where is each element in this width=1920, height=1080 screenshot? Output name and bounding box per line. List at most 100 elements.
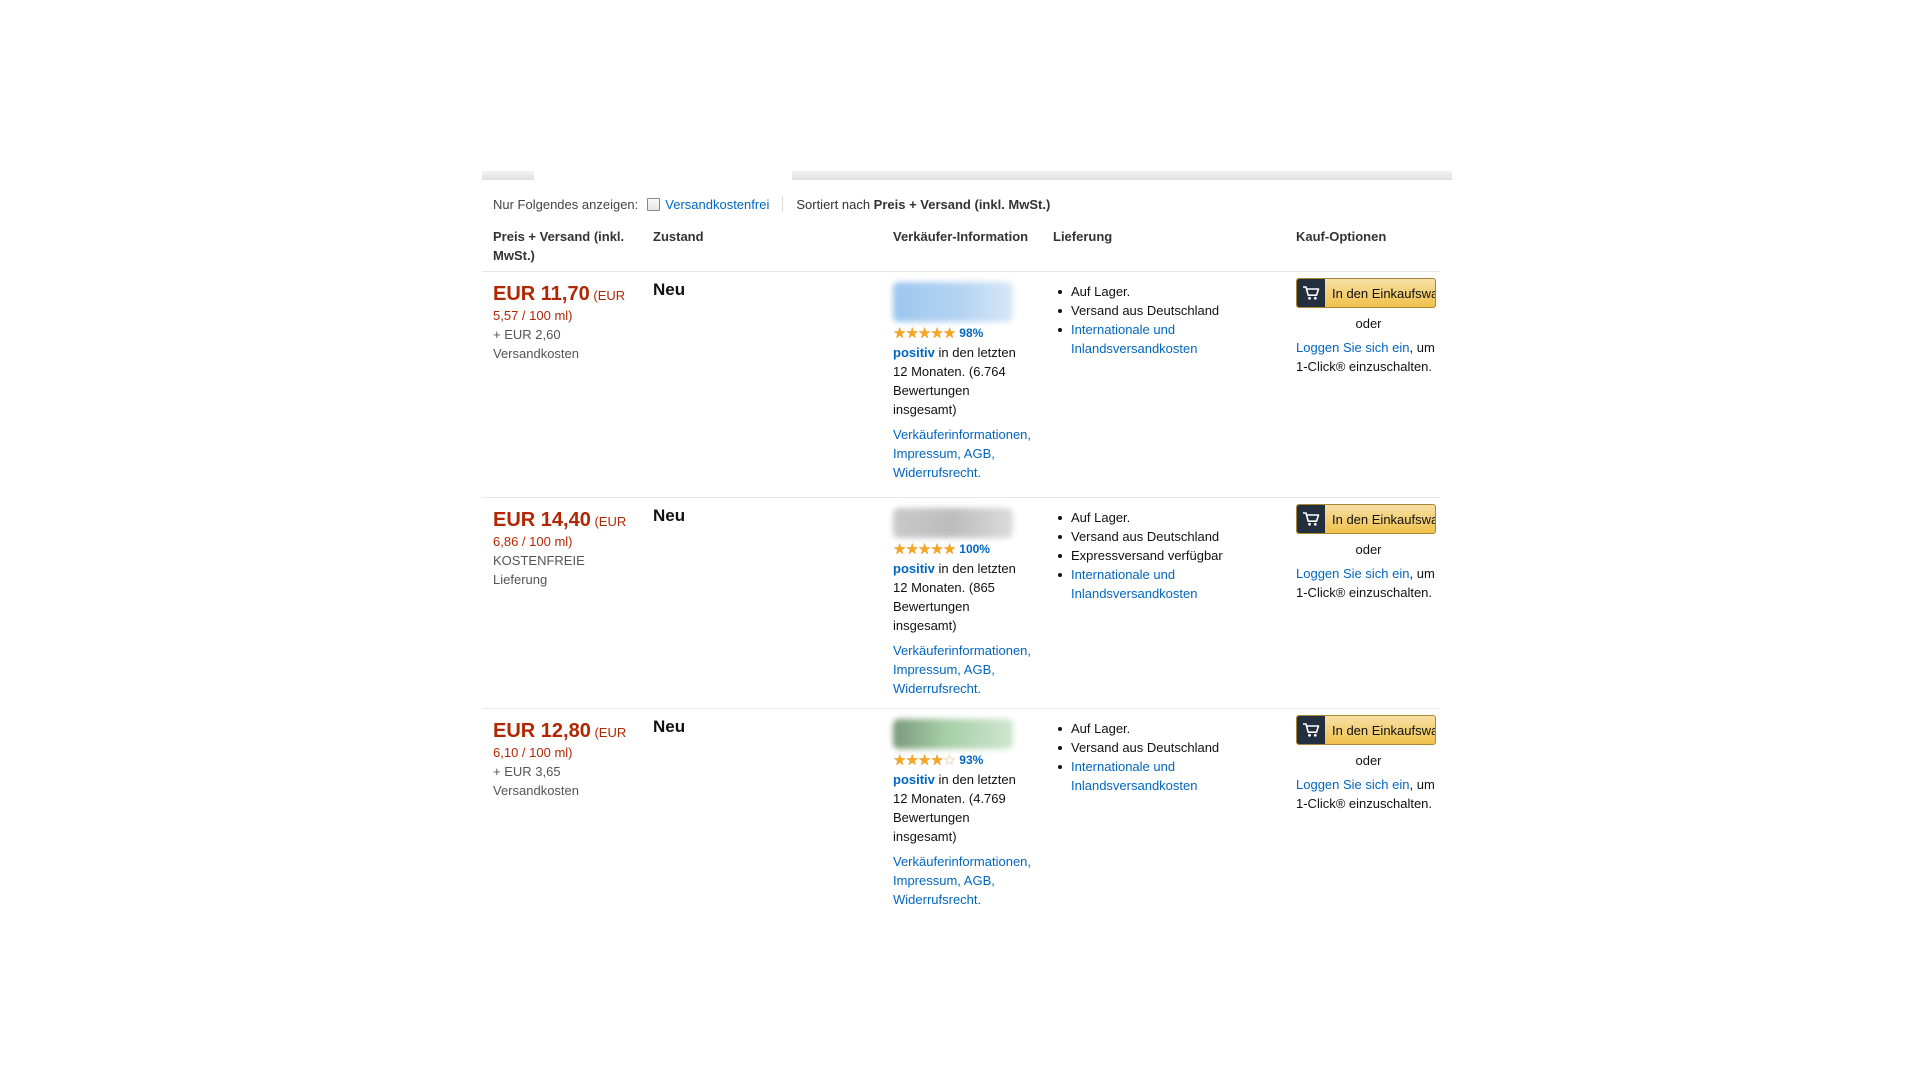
seller-info-link[interactable]: Verkäuferinformationen,: [893, 641, 1043, 660]
seller-name-blurred[interactable]: [893, 282, 1013, 322]
delivery-item: Versand aus Deutschland: [1053, 527, 1283, 546]
seller-info-link[interactable]: Verkäuferinformationen,: [893, 852, 1043, 871]
rating-text: insgesamt): [893, 829, 957, 844]
delivery-item: Versand aus Deutschland: [1053, 738, 1283, 757]
star-icon: ★: [942, 540, 956, 558]
sort-prefix: Sortiert nach: [796, 196, 871, 212]
rating-text: insgesamt): [893, 402, 957, 417]
seller-info-link[interactable]: Impressum, AGB,: [893, 871, 1043, 890]
unit-price: 6,86 / 100 ml): [493, 534, 573, 549]
seller-cell: ★ ★ ★ ★ ★ 98% positiv in den letzten 12 Mona…: [893, 282, 1043, 482]
filter-divider: [782, 196, 784, 212]
seller-info-link[interactable]: Widerrufsrecht.: [893, 679, 1043, 698]
add-to-cart-button[interactable]: In den Einkaufswa: [1296, 504, 1436, 534]
seller-info-link[interactable]: Verkäuferinformationen,: [893, 425, 1043, 444]
seller-name-blurred[interactable]: [893, 719, 1013, 749]
unit-price-open: (EUR: [594, 514, 627, 529]
one-click-login: Loggen Sie sich ein, um 1-Click® einzusch…: [1296, 777, 1435, 811]
condition: Neu: [653, 506, 686, 525]
shipping-costs-link[interactable]: Internationale und Inlandsversandkosten: [1053, 565, 1283, 603]
delivery-item: Auf Lager.: [1053, 282, 1283, 301]
rating-positive[interactable]: positiv: [893, 345, 935, 360]
seller-info-link[interactable]: Widerrufsrecht.: [893, 463, 1043, 482]
shipping-cost: KOSTENFREIE: [493, 553, 585, 568]
rating-text: in den letzten: [934, 561, 1016, 576]
login-link[interactable]: Loggen Sie sich ein: [1296, 566, 1409, 581]
or-text: oder: [1355, 753, 1382, 768]
star-icon: ★: [930, 751, 943, 769]
delivery-list: Auf Lager. Versand aus Deutschland Inter…: [1053, 719, 1283, 795]
shopping-cart-icon: [1297, 716, 1325, 744]
header-delivery: Lieferung: [1053, 229, 1113, 244]
offer-listing-page: Nur Folgendes anzeigen: Versandkostenfre…: [482, 0, 1452, 1080]
rating-percent[interactable]: 98%: [959, 324, 983, 343]
unit-price: 6,10 / 100 ml): [493, 745, 573, 760]
add-to-cart-button[interactable]: In den Einkaufswa: [1296, 715, 1436, 745]
seller-info-link[interactable]: Widerrufsrecht.: [893, 890, 1043, 909]
delivery-cell: Auf Lager. Versand aus Deutschland Inter…: [1053, 719, 1283, 795]
rating-text: insgesamt): [893, 618, 957, 633]
seller-info-links: Verkäuferinformationen, Impressum, AGB, …: [893, 425, 1043, 482]
delivery-item: Versand aus Deutschland: [1053, 301, 1283, 320]
add-to-cart-button[interactable]: In den Einkaufswa: [1296, 278, 1436, 308]
star-icon: ★: [917, 751, 931, 769]
condition: Neu: [653, 717, 686, 736]
rating-positive[interactable]: positiv: [893, 772, 935, 787]
rating-text: Bewertungen: [893, 810, 970, 825]
price-cell: EUR 14,40 (EUR 6,86 / 100 ml) KOSTENFREI…: [493, 508, 643, 589]
rating-percent[interactable]: 93%: [959, 751, 983, 770]
rating-text: Bewertungen: [893, 599, 970, 614]
offer-row: EUR 12,80 (EUR 6,10 / 100 ml) + EUR 3,65…: [482, 709, 1440, 919]
delivery-list: Auf Lager. Versand aus Deutschland Expre…: [1053, 508, 1283, 603]
offer-price: EUR 12,80: [493, 720, 591, 742]
tab-right[interactable]: [792, 171, 1452, 180]
star-icon: ★: [893, 751, 906, 769]
seller-info-link[interactable]: Impressum, AGB,: [893, 444, 1043, 463]
star-icon: ★: [893, 540, 906, 558]
seller-info-links: Verkäuferinformationen, Impressum, AGB, …: [893, 852, 1043, 909]
rating-positive[interactable]: positiv: [893, 561, 935, 576]
shipping-label: Versandkosten: [493, 346, 580, 361]
seller-cell: ★ ★ ★ ★ ☆ 93% positiv in den letzten 12 Mona…: [893, 719, 1043, 909]
login-link[interactable]: Loggen Sie sich ein: [1296, 777, 1409, 792]
login-link[interactable]: Loggen Sie sich ein: [1296, 340, 1409, 355]
header-seller: Verkäufer-Information: [893, 229, 1029, 244]
unit-price-open: (EUR: [594, 725, 627, 740]
star-icon: ★: [905, 751, 918, 769]
shopping-cart-icon: [1297, 505, 1325, 533]
filter-bar: Nur Folgendes anzeigen: Versandkostenfre…: [493, 195, 1050, 213]
or-text: oder: [1355, 542, 1382, 557]
shipping-label: Lieferung: [493, 572, 548, 587]
rating-text: 12 Monaten. (4.769: [893, 791, 1006, 806]
rating-text: Bewertungen: [893, 383, 970, 398]
header-condition: Zustand: [653, 229, 704, 244]
rating-stars: ★ ★ ★ ★ ☆: [893, 751, 956, 769]
condition: Neu: [653, 280, 686, 299]
price-cell: EUR 12,80 (EUR 6,10 / 100 ml) + EUR 3,65…: [493, 719, 643, 800]
price-cell: EUR 11,70 (EUR 5,57 / 100 ml) + EUR 2,60…: [493, 282, 643, 363]
tab-left[interactable]: [482, 171, 534, 180]
unit-price: 5,57 / 100 ml): [493, 308, 573, 323]
seller-cell: ★ ★ ★ ★ ★ 100% positiv in den letzten 12 Mon…: [893, 508, 1043, 698]
filter-label: Nur Folgendes anzeigen:: [493, 196, 639, 212]
offer-table-header: Preis + Versand (inkl. MwSt.) Zustand Ve…: [482, 227, 1440, 272]
offer-row: EUR 14,40 (EUR 6,86 / 100 ml) KOSTENFREI…: [482, 498, 1440, 709]
seller-info-link[interactable]: Impressum, AGB,: [893, 660, 1043, 679]
free-shipping-checkbox[interactable]: [647, 197, 661, 211]
shipping-costs-link[interactable]: Internationale und Inlandsversandkosten: [1053, 320, 1283, 358]
header-buy-options: Kauf-Optionen: [1296, 229, 1387, 244]
free-shipping-link[interactable]: Versandkostenfrei: [665, 197, 769, 212]
add-to-cart-label: In den Einkaufswa: [1332, 722, 1436, 738]
seller-rating: ★ ★ ★ ★ ☆ 93%: [893, 751, 1043, 770]
sort-value: Preis + Versand (inkl. MwSt.): [873, 196, 1051, 212]
unit-price-open: (EUR: [593, 288, 626, 303]
rating-percent[interactable]: 100%: [959, 540, 990, 559]
shopping-cart-icon: [1297, 279, 1325, 307]
shipping-costs-link[interactable]: Internationale und Inlandsversandkosten: [1053, 757, 1283, 795]
star-icon: ★: [930, 540, 943, 558]
rating-text: in den letzten: [934, 345, 1016, 360]
seller-name-blurred[interactable]: [893, 508, 1013, 538]
buy-cell: In den Einkaufswa oder Loggen Sie sich e…: [1296, 278, 1441, 376]
delivery-cell: Auf Lager. Versand aus Deutschland Expre…: [1053, 508, 1283, 603]
shipping-cost: + EUR 3,65: [493, 764, 561, 779]
